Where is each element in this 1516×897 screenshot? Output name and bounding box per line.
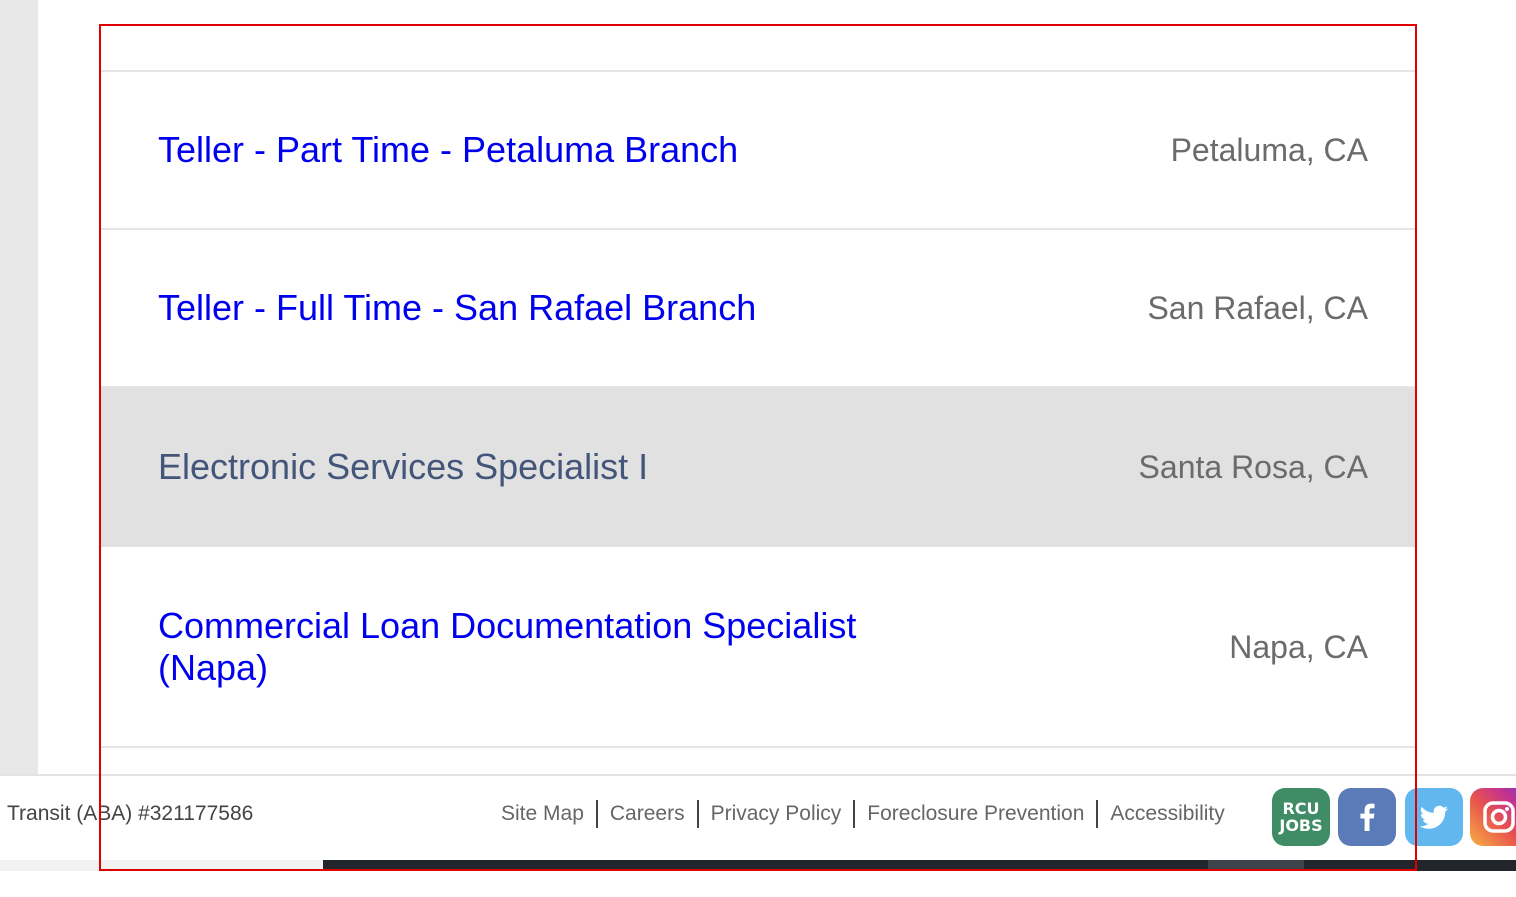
site-map-link[interactable]: Site Map bbox=[501, 802, 584, 826]
bottom-scroll-area bbox=[0, 859, 323, 871]
job-location: San Rafael, CA bbox=[1147, 290, 1368, 326]
job-location: Santa Rosa, CA bbox=[1138, 448, 1368, 485]
link-divider bbox=[1096, 800, 1099, 828]
job-title-link[interactable]: Electronic Services Specialist I bbox=[158, 446, 918, 488]
job-row[interactable]: Teller - Full Time - San Rafael Branch S… bbox=[101, 230, 1415, 388]
job-row[interactable]: Commercial Loan Documentation Specialist… bbox=[101, 547, 1415, 748]
left-rail bbox=[0, 0, 38, 775]
job-location: Napa, CA bbox=[1229, 628, 1368, 665]
link-divider bbox=[696, 800, 699, 828]
job-title-link[interactable]: Commercial Loan Documentation Specialist… bbox=[158, 605, 918, 689]
instagram-icon[interactable] bbox=[1470, 788, 1516, 846]
facebook-icon[interactable] bbox=[1338, 788, 1396, 846]
job-title-link[interactable]: Teller - Part Time - Petaluma Branch bbox=[158, 129, 918, 171]
careers-link[interactable]: Careers bbox=[610, 802, 685, 826]
rcu-jobs-line2: JOBS bbox=[1279, 816, 1323, 835]
accessibility-link[interactable]: Accessibility bbox=[1110, 802, 1224, 826]
instagram-glyph bbox=[1483, 801, 1515, 833]
job-row[interactable]: Teller - Part Time - Petaluma Branch Pet… bbox=[101, 72, 1415, 230]
careers-page: Teller - Part Time - Petaluma Branch Pet… bbox=[0, 0, 1516, 897]
footer-links: Site Map Careers Privacy Policy Foreclos… bbox=[501, 800, 1225, 828]
bottom-bar bbox=[323, 859, 1516, 871]
job-location: Petaluma, CA bbox=[1170, 132, 1368, 168]
twitter-glyph bbox=[1419, 805, 1448, 829]
link-divider bbox=[595, 800, 598, 828]
bottom-bar-thumb[interactable] bbox=[1208, 859, 1304, 871]
site-footer: Transit (ABA) #321177586 Site Map Career… bbox=[0, 774, 1516, 860]
rcu-jobs-line1: RCU bbox=[1282, 799, 1320, 818]
job-list: Teller - Part Time - Petaluma Branch Pet… bbox=[101, 25, 1415, 775]
job-row-hovered[interactable]: Electronic Services Specialist I Santa R… bbox=[101, 388, 1415, 547]
job-title-link[interactable]: Teller - Full Time - San Rafael Branch bbox=[158, 287, 918, 329]
job-list-header-space bbox=[101, 25, 1415, 72]
rcu-jobs-icon[interactable]: RCU JOBS bbox=[1272, 788, 1330, 846]
foreclosure-prevention-link[interactable]: Foreclosure Prevention bbox=[867, 802, 1084, 826]
privacy-policy-link[interactable]: Privacy Policy bbox=[711, 802, 842, 826]
link-divider bbox=[853, 800, 856, 828]
transit-number: Transit (ABA) #321177586 bbox=[7, 802, 254, 825]
facebook-glyph bbox=[1360, 803, 1375, 831]
twitter-icon[interactable] bbox=[1405, 788, 1463, 846]
